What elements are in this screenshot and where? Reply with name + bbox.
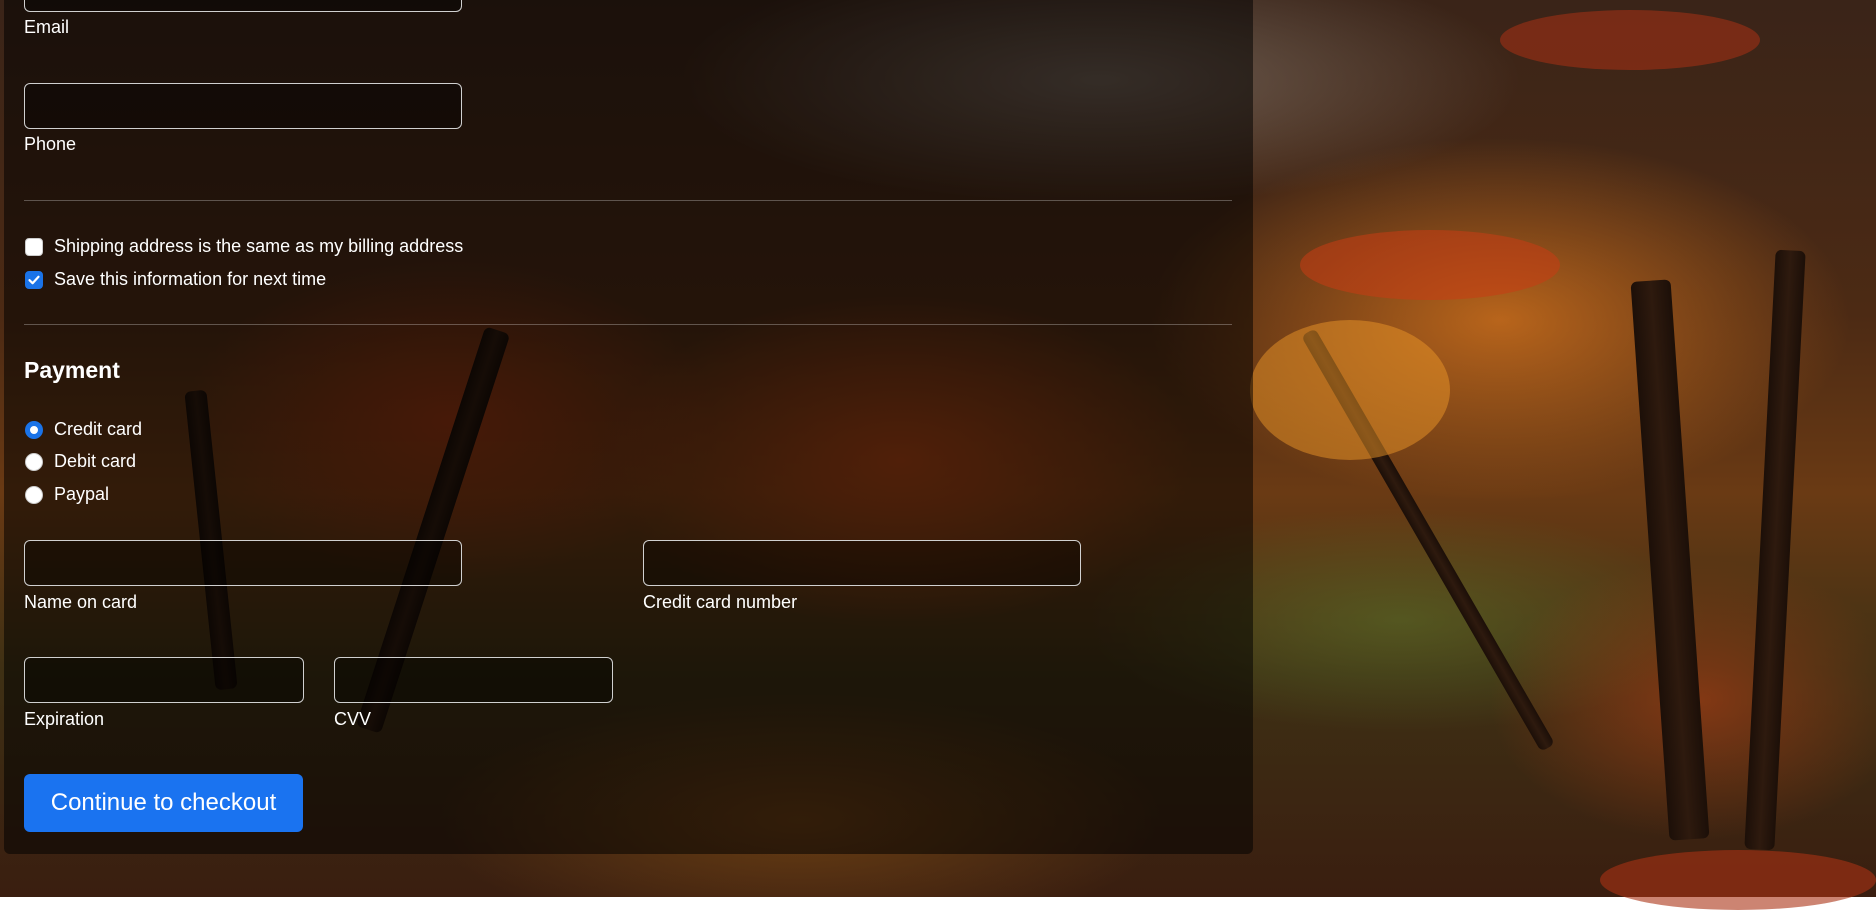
radio-paypal[interactable] [25, 486, 43, 504]
leaf-cluster [1250, 320, 1450, 460]
card-number-input[interactable] [643, 540, 1081, 586]
phone-field[interactable] [24, 83, 462, 129]
email-label: Email [24, 17, 70, 37]
tree-trunk [1630, 279, 1710, 841]
card-number-label: Credit card number [643, 592, 798, 612]
section-divider [24, 324, 1232, 325]
shipping-same-checkbox[interactable] [25, 238, 43, 256]
leaf-cluster [1600, 850, 1876, 910]
email-field[interactable] [24, 0, 462, 12]
radio-credit-card-label: Credit card [54, 419, 143, 439]
save-info-label: Save this information for next time [54, 269, 327, 289]
expiration-label: Expiration [24, 709, 105, 729]
shipping-same-label: Shipping address is the same as my billi… [54, 236, 464, 256]
expiration-input[interactable] [24, 657, 304, 703]
section-divider [24, 200, 1232, 201]
payment-heading: Payment [24, 357, 120, 383]
cvv-label: CVV [334, 709, 372, 729]
radio-debit-card-label: Debit card [54, 451, 137, 471]
name-on-card-input[interactable] [24, 540, 462, 586]
tree-trunk [1744, 249, 1806, 851]
continue-to-checkout-button[interactable]: Continue to checkout [24, 774, 303, 832]
leaf-cluster [1500, 10, 1760, 70]
check-icon [28, 275, 40, 285]
radio-credit-card[interactable] [25, 421, 43, 439]
save-info-checkbox[interactable] [25, 271, 43, 289]
radio-debit-card[interactable] [25, 453, 43, 471]
radio-paypal-label: Paypal [54, 484, 110, 504]
phone-label: Phone [24, 134, 77, 154]
name-on-card-label: Name on card [24, 592, 138, 612]
cvv-input[interactable] [334, 657, 613, 703]
leaf-cluster [1300, 230, 1560, 300]
